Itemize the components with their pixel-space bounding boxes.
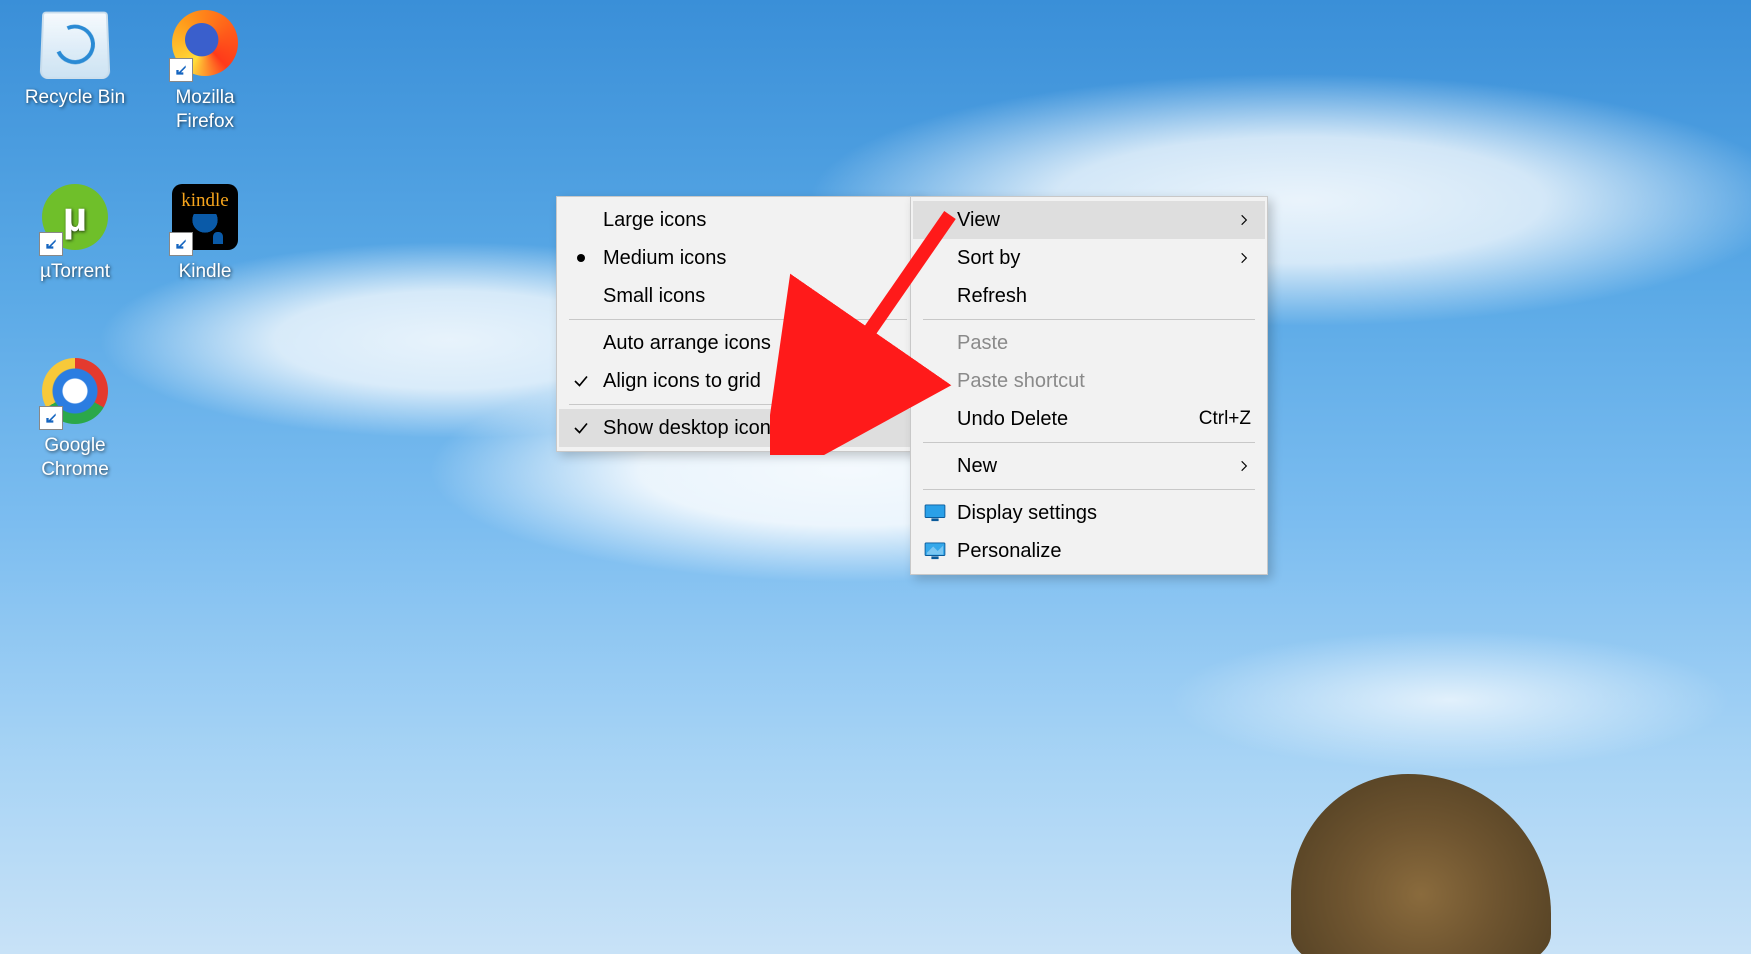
- menu-item-label: Medium icons: [603, 247, 903, 270]
- menu-item-large-icons[interactable]: Large icons: [559, 201, 917, 239]
- firefox-icon: [169, 10, 241, 82]
- desktop-icon-chrome[interactable]: Google Chrome: [20, 358, 130, 482]
- menu-item-paste-shortcut: Paste shortcut: [913, 362, 1265, 400]
- shortcut-arrow-icon: [169, 58, 193, 82]
- checkmark-icon: [572, 419, 590, 437]
- menu-item-display-settings[interactable]: Display settings: [913, 494, 1265, 532]
- menu-separator: [923, 442, 1255, 443]
- menu-item-view[interactable]: View: [913, 201, 1265, 239]
- desktop-icon-label: Kindle: [150, 260, 260, 284]
- menu-item-medium-icons[interactable]: Medium icons: [559, 239, 917, 277]
- desktop[interactable]: Recycle Bin Mozilla Firefox µ µTorrent: [0, 0, 1751, 954]
- menu-separator: [923, 489, 1255, 490]
- menu-item-personalize[interactable]: Personalize: [913, 532, 1265, 570]
- menu-item-label: Paste: [957, 332, 1225, 355]
- menu-item-show-desktop-icons[interactable]: Show desktop icons: [559, 409, 917, 447]
- menu-separator: [923, 319, 1255, 320]
- chevron-right-icon: [1225, 251, 1251, 265]
- menu-item-label: New: [957, 455, 1225, 478]
- wallpaper-rock: [1291, 774, 1551, 954]
- chevron-right-icon: [1225, 459, 1251, 473]
- desktop-icon-firefox[interactable]: Mozilla Firefox: [150, 10, 260, 134]
- menu-item-label: View: [957, 209, 1225, 232]
- menu-item-label: Small icons: [603, 285, 903, 308]
- menu-item-label: Undo Delete: [957, 408, 1181, 431]
- menu-separator: [569, 319, 907, 320]
- desktop-icon-label: Mozilla Firefox: [150, 86, 260, 134]
- recycle-bin-icon: [39, 10, 111, 82]
- menu-item-label: Show desktop icons: [603, 417, 903, 440]
- menu-item-sort-by[interactable]: Sort by: [913, 239, 1265, 277]
- desktop-icon-label: µTorrent: [20, 260, 130, 284]
- shortcut-arrow-icon: [169, 232, 193, 256]
- menu-item-label: Display settings: [957, 502, 1225, 525]
- utorrent-icon: µ: [39, 184, 111, 256]
- desktop-icon-label: Recycle Bin: [20, 86, 130, 110]
- desktop-icon-label: Google Chrome: [20, 434, 130, 482]
- menu-item-label: Personalize: [957, 540, 1225, 563]
- menu-item-refresh[interactable]: Refresh: [913, 277, 1265, 315]
- menu-item-undo-delete[interactable]: Undo Delete Ctrl+Z: [913, 400, 1265, 438]
- desktop-icon-recycle-bin[interactable]: Recycle Bin: [20, 10, 130, 110]
- menu-item-new[interactable]: New: [913, 447, 1265, 485]
- menu-item-label: Align icons to grid: [603, 370, 903, 393]
- radio-dot-icon: [577, 254, 585, 262]
- kindle-icon: kindle: [169, 184, 241, 256]
- menu-item-label: Large icons: [603, 209, 903, 232]
- menu-item-paste: Paste: [913, 324, 1265, 362]
- checkmark-icon: [572, 372, 590, 390]
- chevron-right-icon: [1225, 213, 1251, 227]
- context-submenu-view: Large icons Medium icons Small icons Aut…: [556, 196, 920, 452]
- menu-item-align-to-grid[interactable]: Align icons to grid: [559, 362, 917, 400]
- menu-item-label: Auto arrange icons: [603, 332, 903, 355]
- menu-item-label: Sort by: [957, 247, 1225, 270]
- personalize-icon: [924, 542, 946, 560]
- menu-item-small-icons[interactable]: Small icons: [559, 277, 917, 315]
- shortcut-arrow-icon: [39, 406, 63, 430]
- desktop-icon-utorrent[interactable]: µ µTorrent: [20, 184, 130, 284]
- menu-item-shortcut: Ctrl+Z: [1181, 408, 1251, 430]
- menu-separator: [569, 404, 907, 405]
- desktop-icon-kindle[interactable]: kindle Kindle: [150, 184, 260, 284]
- menu-item-auto-arrange[interactable]: Auto arrange icons: [559, 324, 917, 362]
- shortcut-arrow-icon: [39, 232, 63, 256]
- menu-item-label: Paste shortcut: [957, 370, 1225, 393]
- chrome-icon: [39, 358, 111, 430]
- menu-item-label: Refresh: [957, 285, 1225, 308]
- desktop-context-menu: View Sort by Refresh Paste Paste shortcu…: [910, 196, 1268, 575]
- monitor-icon: [924, 504, 946, 522]
